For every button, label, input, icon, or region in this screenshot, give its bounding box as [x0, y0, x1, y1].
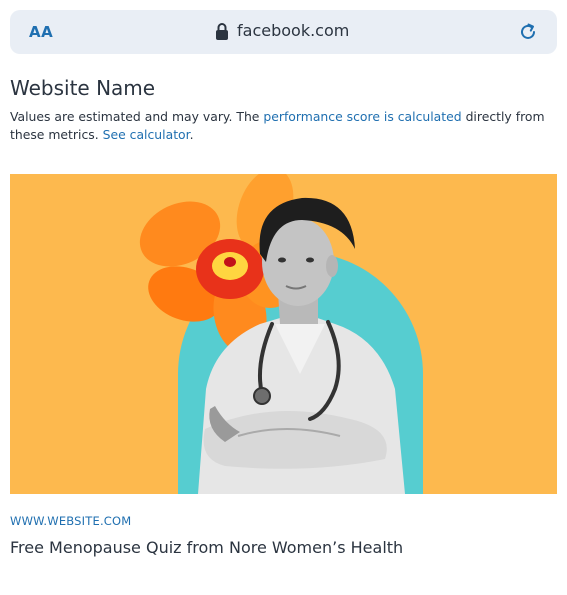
- url-display[interactable]: facebook.com: [215, 21, 349, 40]
- description-prefix: Values are estimated and may vary. The: [10, 109, 264, 124]
- see-calculator-link[interactable]: See calculator: [103, 127, 190, 142]
- url-text: facebook.com: [237, 21, 350, 40]
- description-suffix: .: [189, 127, 194, 142]
- hero-image[interactable]: [10, 174, 557, 494]
- card-headline[interactable]: Free Menopause Quiz from Nore Women’s He…: [10, 538, 403, 557]
- doctor-illustration: [139, 174, 405, 494]
- reload-icon[interactable]: [518, 22, 538, 42]
- address-bar[interactable]: AA facebook.com: [10, 10, 557, 54]
- metrics-description: Values are estimated and may vary. The p…: [10, 108, 550, 144]
- performance-score-link[interactable]: performance score is calculated: [263, 109, 461, 124]
- text-size-button[interactable]: AA: [29, 23, 53, 41]
- site-name: Website Name: [10, 76, 156, 100]
- lock-icon: [216, 22, 228, 40]
- source-url[interactable]: WWW.WEBSITE.COM: [10, 514, 131, 528]
